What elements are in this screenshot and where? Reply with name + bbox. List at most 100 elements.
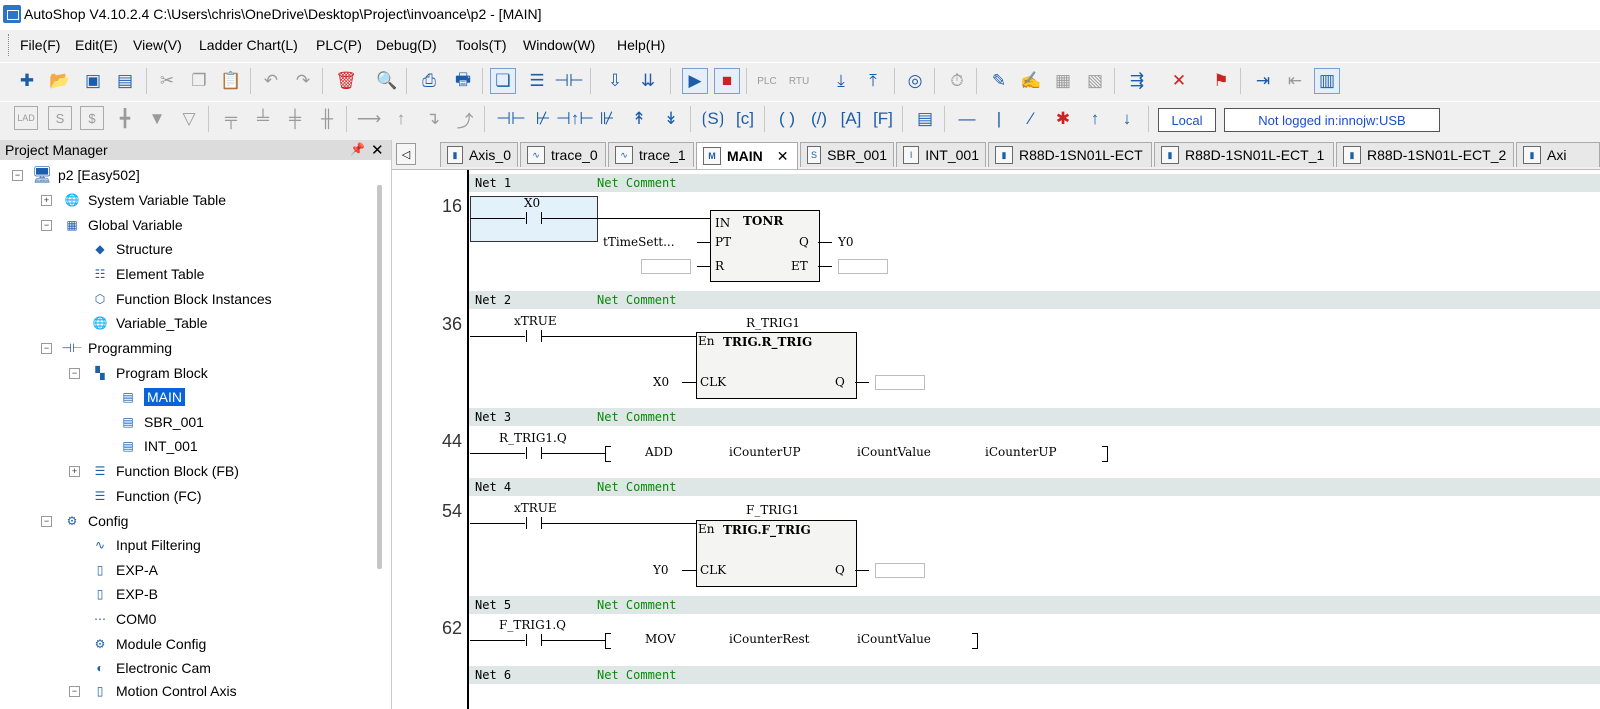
net-3-op[interactable]: ADD [645, 445, 673, 459]
connection-local-box[interactable]: Local [1158, 108, 1216, 132]
tab-int-001[interactable]: I INT_001 [896, 142, 986, 167]
expander-root[interactable]: − [12, 170, 23, 181]
no-contact-icon[interactable]: ⊣⊢ [496, 106, 526, 132]
write-edit-icon[interactable]: ✍ [1018, 68, 1044, 94]
list-view-icon[interactable]: ☰ [524, 68, 550, 94]
tree-item-global-variable[interactable]: ▦ Global Variable [62, 214, 182, 236]
tab-trace-1[interactable]: ∿ trace_1 [608, 142, 694, 167]
delete-row-icon[interactable]: ✕ [1166, 68, 1192, 94]
net-5-no-contact[interactable] [526, 634, 542, 646]
menu-tools[interactable]: Tools(T) [456, 37, 507, 53]
pulse-up-icon[interactable]: ↟ [626, 106, 652, 132]
logout-icon[interactable]: ⇤ [1282, 68, 1308, 94]
vertical-line-icon[interactable]: | [986, 106, 1012, 132]
undo-icon[interactable]: ↶ [258, 68, 284, 94]
search-icon[interactable]: 🔍 [374, 68, 400, 94]
net-1-pt-variable[interactable]: tTimeSett... [603, 235, 675, 249]
menu-file[interactable]: File(F) [20, 37, 60, 53]
net-5-header[interactable]: Net 5 Net Comment [469, 596, 1600, 614]
net-3-arg-3[interactable]: iCounterUP [985, 445, 1057, 459]
paste-icon[interactable]: 📋 [218, 68, 244, 94]
sfc-mode-icon[interactable]: S [48, 106, 72, 130]
close-icon[interactable]: ✕ [371, 141, 384, 159]
timer-icon[interactable]: ⏱ [944, 68, 970, 94]
rising-contact-icon[interactable]: ⊣↑⊢ [556, 106, 594, 132]
tab-main[interactable]: M MAIN ✕ [696, 142, 798, 169]
tab-r88d-ect-1[interactable]: ▮ R88D-1SN01L-ECT_1 [1154, 142, 1334, 167]
down-arrow-fill-icon[interactable]: ▼ [144, 106, 170, 132]
window-view-icon[interactable]: ❏ [490, 68, 516, 94]
tree-item-function-fc[interactable]: ☰ Function (FC) [90, 485, 202, 507]
stop-icon[interactable]: ■ [714, 68, 740, 94]
function-box-icon[interactable]: [c] [732, 106, 758, 132]
login-status-box[interactable]: Not logged in:innojw:USB [1224, 108, 1440, 132]
net-2-clk-variable[interactable]: X0 [653, 375, 669, 389]
nc-contact-icon[interactable]: ⊬ [530, 106, 556, 132]
save-all-icon[interactable]: ▤ [112, 68, 138, 94]
tree-item-function-block-instances[interactable]: ⬡ Function Block Instances [90, 288, 272, 310]
print-icon[interactable]: 🖶 [450, 68, 476, 94]
ladder-view-icon[interactable]: ⊣⊢ [554, 68, 584, 94]
add-block-icon[interactable]: [A] [838, 106, 864, 132]
menu-help[interactable]: Help(H) [617, 37, 665, 53]
tree-item-function-block[interactable]: ☰ Function Block (FB) [90, 460, 239, 482]
menu-edit[interactable]: Edit(E) [75, 37, 118, 53]
tree-item-com0[interactable]: ⋯ COM0 [90, 608, 156, 630]
cut-icon[interactable]: ✂ [154, 68, 180, 94]
rtu-mode-icon[interactable]: RTU [786, 68, 812, 94]
arrow-up-icon[interactable]: ↑ [1082, 106, 1108, 132]
branch-end-icon[interactable]: ╪ [282, 106, 308, 132]
down-arrow-outline-icon[interactable]: ▽ [176, 106, 202, 132]
delete-line-icon[interactable]: ✱ [1050, 106, 1076, 132]
panel-icon[interactable]: ▥ [1314, 68, 1340, 94]
copy-icon[interactable]: ❐ [186, 68, 212, 94]
tree-item-config[interactable]: ⚙ Config [62, 510, 129, 532]
net-3-no-contact[interactable] [526, 447, 542, 459]
test-icon[interactable]: ⚑ [1208, 68, 1234, 94]
tree-item-int-001[interactable]: ▤ INT_001 [118, 435, 197, 457]
tree-item-variable-table[interactable]: 🌐 Variable_Table [90, 312, 208, 334]
tree-item-main[interactable]: ▤ MAIN [118, 386, 185, 408]
menu-ladder-chart[interactable]: Ladder Chart(L) [199, 37, 298, 53]
tab-r88d-ect-2[interactable]: ▮ R88D-1SN01L-ECT_2 [1336, 142, 1514, 167]
insert-branch-icon[interactable]: ╋ [112, 106, 138, 132]
net-2-q-output-box[interactable] [875, 375, 925, 390]
net-1-q-output[interactable]: Y0 [838, 235, 854, 249]
upload-icon[interactable]: ⤒ [860, 68, 886, 94]
insert-row-icon[interactable]: ⇶ [1124, 68, 1150, 94]
hline-tool-icon[interactable]: ⟶ [356, 106, 382, 132]
project-tree-scrollbar[interactable] [377, 185, 382, 569]
menu-plc[interactable]: PLC(P) [316, 37, 362, 53]
force-on-icon[interactable]: ▦ [1050, 68, 1076, 94]
print-preview-icon[interactable]: ⎙ [416, 68, 442, 94]
tab-sbr-001[interactable]: S SBR_001 [800, 142, 894, 167]
compile-all-icon[interactable]: ⇊ [635, 68, 661, 94]
net-3-arg-1[interactable]: iCounterUP [729, 445, 801, 459]
net-5-op[interactable]: MOV [645, 632, 676, 646]
corner-down-icon[interactable]: ↴ [420, 106, 446, 132]
menu-debug[interactable]: Debug(D) [376, 37, 437, 53]
net-2-header[interactable]: Net 2 Net Comment [469, 291, 1600, 309]
tree-item-system-variable-table[interactable]: 🌐 System Variable Table [62, 189, 226, 211]
tab-r88d-ect[interactable]: ▮ R88D-1SN01L-ECT [988, 142, 1152, 167]
set-coil-icon[interactable]: ⟮S⟯ [700, 106, 726, 132]
net-4-q-output-box[interactable] [875, 563, 925, 578]
corner-up-icon[interactable]: ⤴ [452, 106, 478, 132]
net-5-arg-1[interactable]: iCounterRest [729, 632, 809, 646]
menu-window[interactable]: Window(W) [523, 37, 595, 53]
branch-close-icon[interactable]: ╫ [314, 106, 340, 132]
arrow-down-icon[interactable]: ↓ [1114, 106, 1140, 132]
tree-item-motion-control-axis[interactable]: ▯ Motion Control Axis [90, 680, 237, 702]
net-comment[interactable]: Net Comment [597, 410, 676, 424]
comment-icon[interactable]: ▤ [912, 106, 938, 132]
plc-mode-icon[interactable]: PLC [754, 68, 780, 94]
monitor-edit-icon[interactable]: ✎ [986, 68, 1012, 94]
parallel-branch2-icon[interactable]: ╧ [250, 106, 276, 132]
net-comment[interactable]: Net Comment [597, 176, 676, 190]
expander-programming[interactable]: − [41, 343, 52, 354]
net-4-clk-variable[interactable]: Y0 [653, 563, 669, 577]
horizontal-line-icon[interactable]: — [954, 106, 980, 132]
lad-mode-icon[interactable]: LAD [14, 106, 38, 130]
net-2-no-contact[interactable] [526, 330, 542, 342]
tab-close-icon[interactable]: ✕ [777, 148, 789, 165]
